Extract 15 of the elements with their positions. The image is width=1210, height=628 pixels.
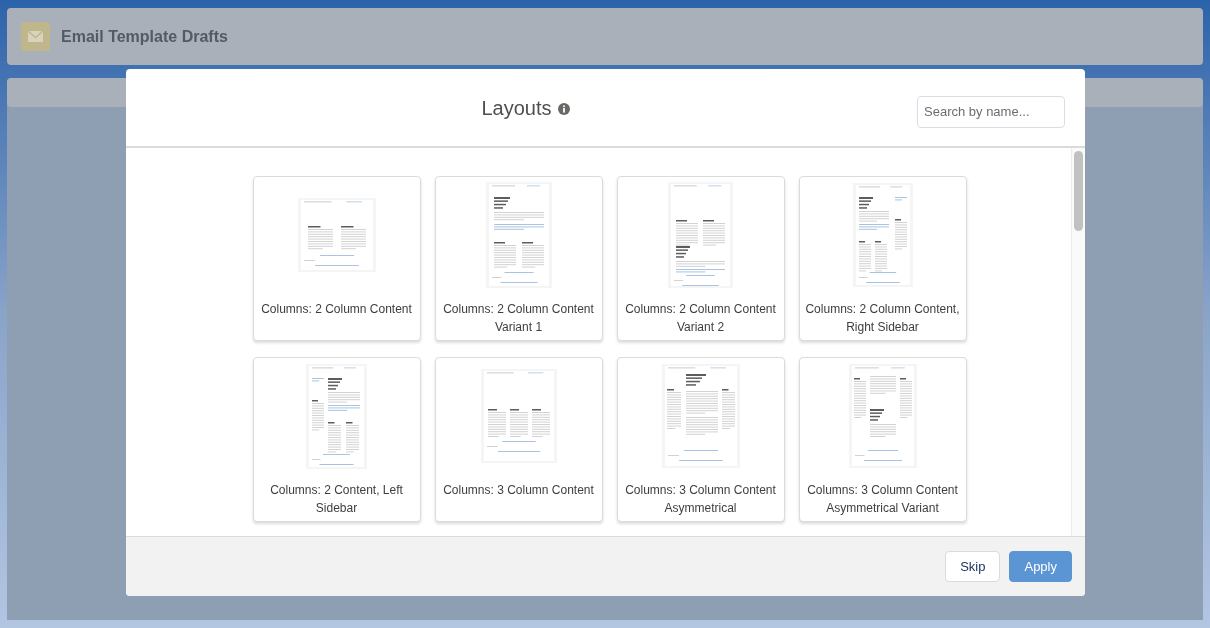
layout-card[interactable]: Columns: 2 Content, Left Sidebar [252, 357, 421, 522]
skip-button[interactable]: Skip [945, 551, 1001, 582]
layout-card[interactable]: Columns: 2 Column Content [252, 176, 421, 341]
layout-card[interactable]: Columns: 2 Column Content Variant 2 [616, 176, 785, 341]
scrollbar-thumb[interactable] [1074, 151, 1083, 231]
layout-card[interactable]: Columns: 2 Column Content Variant 1 [434, 176, 603, 341]
layout-card[interactable]: Columns: 3 Column Content Asymmetrical [616, 357, 785, 522]
layout-card[interactable]: Columns: 2 Column Content, Right Sidebar [798, 176, 967, 341]
info-icon[interactable] [557, 103, 570, 115]
layout-card[interactable]: Columns: 3 Column Content Asymmetrical Variant [798, 357, 967, 522]
page-title: Email Template Drafts [61, 26, 228, 47]
email-icon [21, 22, 50, 51]
layout-card[interactable]: Columns: 3 Column Content [434, 357, 603, 522]
search-field[interactable]: Search by name... [917, 95, 1065, 128]
modal-title: Layouts [481, 95, 552, 121]
